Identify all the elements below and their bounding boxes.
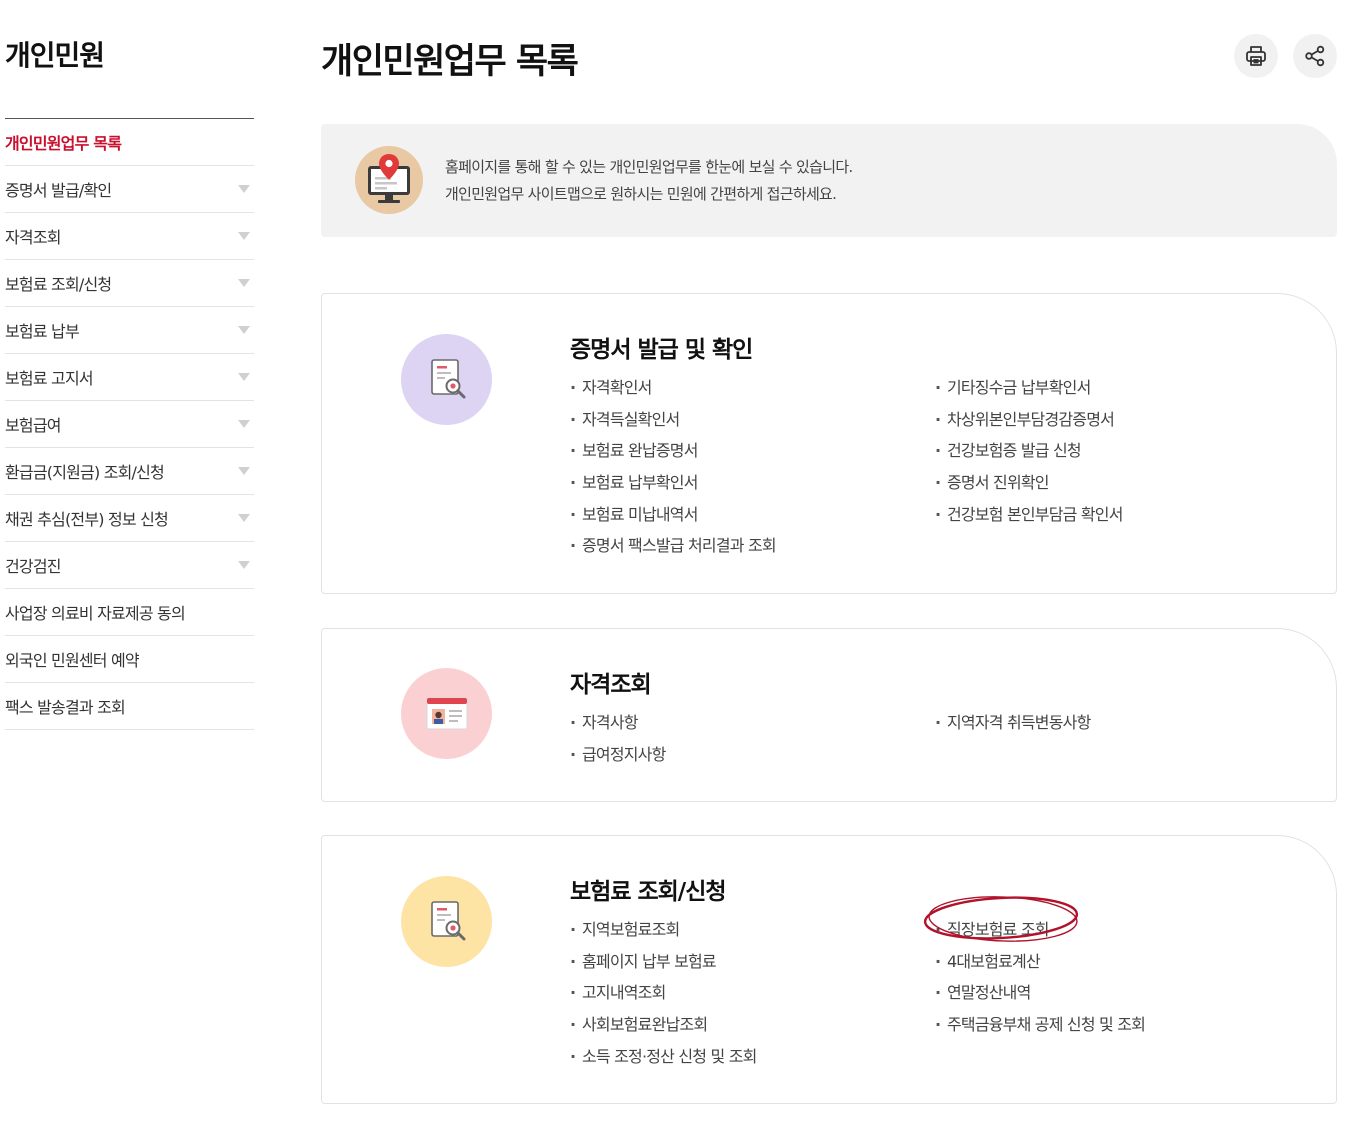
link-premium-payment-confirmation[interactable]: 보험료 납부확인서 — [570, 469, 776, 501]
page-title: 개인민원업무 목록 — [321, 42, 579, 82]
chevron-down-icon — [238, 279, 250, 287]
sidebar-item-debt-collection[interactable]: 채권 추심(전부) 정보 신청 — [5, 495, 254, 542]
printer-icon — [1246, 46, 1266, 66]
link-qualification-certificate[interactable]: 자격확인서 — [570, 374, 776, 406]
chevron-down-icon — [238, 420, 250, 428]
sidebar-item-label: 환급금(지원금) 조회/신청 — [5, 463, 165, 482]
link-regional-qualification-changes[interactable]: 지역자격 취득변동사항 — [935, 709, 1091, 741]
sidebar-item-label: 보험료 납부 — [5, 322, 80, 341]
link-homepage-paid-premium[interactable]: 홈페이지 납부 보험료 — [570, 948, 757, 980]
sidebar-item-label: 개인민원업무 목록 — [5, 134, 122, 153]
sidebar-item-premium-notice[interactable]: 보험료 고지서 — [5, 354, 254, 401]
sidebar-item-medical-data-consent[interactable]: 사업장 의료비 자료제공 동의 — [5, 589, 254, 636]
sidebar-item-fax-result[interactable]: 팩스 발송결과 조회 — [5, 683, 254, 730]
sidebar-item-benefits[interactable]: 보험급여 — [5, 401, 254, 448]
chevron-down-icon — [238, 373, 250, 381]
sidebar-item-premium-payment[interactable]: 보험료 납부 — [5, 307, 254, 354]
share-icon — [1305, 45, 1325, 67]
share-button[interactable] — [1293, 34, 1337, 78]
sidebar-item-certificates[interactable]: 증명서 발급/확인 — [5, 166, 254, 213]
sidebar-item-label: 사업장 의료비 자료제공 동의 — [5, 604, 186, 623]
link-copayment-confirmation[interactable]: 건강보험 본인부담금 확인서 — [935, 501, 1123, 533]
id-card-icon — [401, 668, 492, 759]
link-notice-history[interactable]: 고지내역조회 — [570, 979, 757, 1011]
section-qualification: 자격조회 자격사항 급여정지사항 지역자격 취득변동사항 — [321, 628, 1337, 802]
link-qualification-history-certificate[interactable]: 자격득실확인서 — [570, 406, 776, 438]
link-qualification-details[interactable]: 자격사항 — [570, 709, 666, 741]
sidebar-item-civil-list[interactable]: 개인민원업무 목록 — [5, 119, 254, 166]
section-title: 자격조회 — [570, 672, 652, 698]
sidebar-item-label: 보험료 조회/신청 — [5, 275, 112, 294]
link-benefit-suspension[interactable]: 급여정지사항 — [570, 741, 666, 773]
link-workplace-premium-inquiry[interactable]: 직장보험료 조회 — [935, 916, 1145, 948]
link-insurance-card-issue[interactable]: 건강보험증 발급 신청 — [935, 437, 1123, 469]
sidebar-item-label: 채권 추심(전부) 정보 신청 — [5, 510, 169, 529]
link-year-end-settlement[interactable]: 연말정산내역 — [935, 979, 1145, 1011]
link-premium-unpaid-statement[interactable]: 보험료 미납내역서 — [570, 501, 776, 533]
chevron-down-icon — [238, 467, 250, 475]
sidebar-title: 개인민원 — [5, 39, 105, 72]
sidebar-item-label: 보험료 고지서 — [5, 369, 94, 388]
link-other-charges-payment[interactable]: 기타징수금 납부확인서 — [935, 374, 1123, 406]
link-list-right: 기타징수금 납부확인서 차상위본인부담경감증명서 건강보험증 발급 신청 증명서… — [935, 374, 1123, 532]
section-title: 보험료 조회/신청 — [570, 879, 727, 905]
intro-line-2: 개인민원업무 사이트맵으로 원하시는 민원에 간편하게 접근하세요. — [445, 185, 837, 203]
sidebar-item-health-checkup[interactable]: 건강검진 — [5, 542, 254, 589]
sidebar-menu: 개인민원업무 목록 증명서 발급/확인 자격조회 보험료 조회/신청 보험료 납… — [5, 118, 254, 730]
link-list-left: 자격사항 급여정지사항 — [570, 709, 666, 772]
chevron-down-icon — [238, 561, 250, 569]
intro-text: 홈페이지를 통해 할 수 있는 개인민원업무를 한눈에 보실 수 있습니다. 개… — [445, 154, 853, 208]
chevron-down-icon — [238, 326, 250, 334]
link-four-insurance-calculator[interactable]: 4대보험료계산 — [935, 948, 1145, 980]
intro-line-1: 홈페이지를 통해 할 수 있는 개인민원업무를 한눈에 보실 수 있습니다. — [445, 158, 853, 176]
link-income-adjustment[interactable]: 소득 조정·정산 신청 및 조회 — [570, 1043, 757, 1075]
link-list-right: 직장보험료 조회 4대보험료계산 연말정산내역 주택금융부채 공제 신청 및 조… — [935, 916, 1146, 1043]
sidebar-item-label: 자격조회 — [5, 228, 61, 247]
link-regional-premium-inquiry[interactable]: 지역보험료조회 — [570, 916, 757, 948]
sidebar-item-label: 팩스 발송결과 조회 — [5, 698, 126, 717]
chevron-down-icon — [238, 232, 250, 240]
link-fax-issue-result[interactable]: 증명서 팩스발급 처리결과 조회 — [570, 532, 777, 564]
link-list-right: 지역자격 취득변동사항 — [935, 709, 1091, 741]
sidebar-item-label: 외국인 민원센터 예약 — [5, 651, 140, 670]
link-certificate-verification[interactable]: 증명서 진위확인 — [935, 469, 1123, 501]
sidebar-item-label: 보험급여 — [5, 416, 61, 435]
link-list-left: 지역보험료조회 홈페이지 납부 보험료 고지내역조회 사회보험료완납조회 소득 … — [570, 916, 757, 1074]
section-premium-inquiry: 보험료 조회/신청 지역보험료조회 홈페이지 납부 보험료 고지내역조회 사회보… — [321, 835, 1337, 1104]
sidebar-item-label: 건강검진 — [5, 557, 61, 576]
intro-banner: 홈페이지를 통해 할 수 있는 개인민원업무를 한눈에 보실 수 있습니다. 개… — [321, 124, 1337, 237]
sidebar-item-refund[interactable]: 환급금(지원금) 조회/신청 — [5, 448, 254, 495]
document-search-icon — [401, 876, 492, 967]
link-near-poverty-reduction-certificate[interactable]: 차상위본인부담경감증명서 — [935, 406, 1123, 438]
sidebar-item-foreigner-center[interactable]: 외국인 민원센터 예약 — [5, 636, 254, 683]
sidebar-item-label: 증명서 발급/확인 — [5, 181, 112, 200]
chevron-down-icon — [238, 185, 250, 193]
section-certificates: 증명서 발급 및 확인 자격확인서 자격득실확인서 보험료 완납증명서 보험료 … — [321, 293, 1337, 594]
monitor-location-icon — [355, 146, 423, 214]
link-list-left: 자격확인서 자격득실확인서 보험료 완납증명서 보험료 납부확인서 보험료 미납… — [570, 374, 777, 564]
link-housing-debt-deduction[interactable]: 주택금융부채 공제 신청 및 조회 — [935, 1011, 1146, 1043]
chevron-down-icon — [238, 514, 250, 522]
section-title: 증명서 발급 및 확인 — [570, 337, 753, 363]
document-search-icon — [401, 334, 492, 425]
print-button[interactable] — [1234, 34, 1278, 78]
sidebar-item-premium-inquiry[interactable]: 보험료 조회/신청 — [5, 260, 254, 307]
link-social-insurance-full-payment[interactable]: 사회보험료완납조회 — [570, 1011, 757, 1043]
link-premium-full-payment-certificate[interactable]: 보험료 완납증명서 — [570, 437, 776, 469]
sidebar-item-qualification[interactable]: 자격조회 — [5, 213, 254, 260]
